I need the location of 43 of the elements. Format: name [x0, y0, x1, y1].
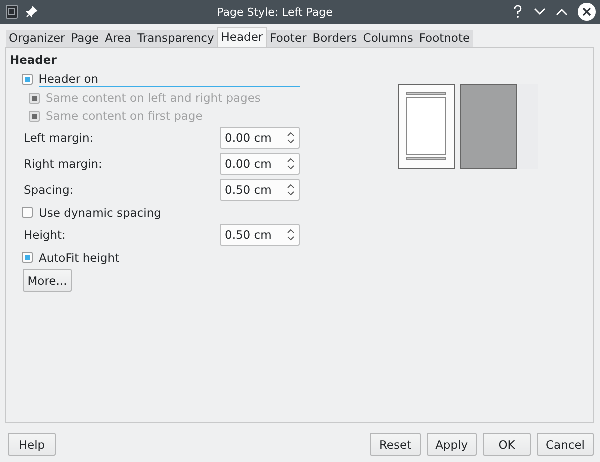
- tab[interactable]: Transparency: [134, 30, 218, 47]
- tab[interactable]: Header: [217, 27, 268, 47]
- field-label: Right margin:: [24, 157, 102, 171]
- spin-field[interactable]: 0.00 cm: [220, 127, 300, 149]
- spin-field[interactable]: 0.00 cm: [220, 153, 300, 175]
- spin-arrows-icon[interactable]: [287, 184, 295, 196]
- tab[interactable]: Page: [68, 30, 102, 47]
- spin-field[interactable]: 0.50 cm: [220, 224, 300, 246]
- window-title: Page Style: Left Page: [216, 6, 334, 18]
- checkbox-label: Same content on left and right pages: [46, 91, 261, 105]
- spin-arrows-icon[interactable]: [287, 132, 295, 144]
- field-label: Height:: [24, 228, 66, 242]
- checkbox[interactable]: [22, 252, 33, 263]
- app-icon: [6, 5, 18, 19]
- tab[interactable]: Footer: [267, 30, 310, 47]
- help-button[interactable]: Help: [8, 433, 56, 456]
- dialog-button[interactable]: Reset: [370, 433, 421, 456]
- tab[interactable]: Columns: [360, 30, 416, 47]
- help-icon[interactable]: [512, 5, 524, 19]
- spin-arrows-icon[interactable]: [287, 229, 295, 241]
- section-title: Header: [10, 53, 58, 67]
- checkbox-label: AutoFit height: [39, 250, 120, 264]
- more-button[interactable]: More...: [23, 269, 72, 292]
- pin-icon[interactable]: [26, 6, 38, 18]
- tab[interactable]: Organizer: [6, 30, 68, 47]
- tab[interactable]: Area: [102, 30, 135, 47]
- spin-field[interactable]: 0.50 cm: [220, 179, 300, 201]
- close-icon[interactable]: [578, 3, 596, 21]
- field-label: Spacing:: [24, 183, 74, 197]
- maximize-icon[interactable]: [556, 8, 568, 16]
- dialog-button[interactable]: Cancel: [537, 433, 594, 456]
- dialog-button[interactable]: Apply: [426, 433, 478, 456]
- tab[interactable]: Footnote: [416, 30, 474, 47]
- checkbox[interactable]: [22, 74, 33, 85]
- field-label: Left margin:: [24, 131, 94, 145]
- dialog-button[interactable]: OK: [483, 433, 532, 456]
- minimize-icon[interactable]: [534, 8, 546, 16]
- checkbox-label: Header on: [38, 72, 300, 87]
- checkbox[interactable]: [22, 207, 33, 218]
- tab[interactable]: Borders: [310, 30, 360, 47]
- checkbox-label: Use dynamic spacing: [39, 206, 162, 220]
- spin-arrows-icon[interactable]: [287, 158, 295, 170]
- checkbox-label: Same content on first page: [46, 109, 203, 123]
